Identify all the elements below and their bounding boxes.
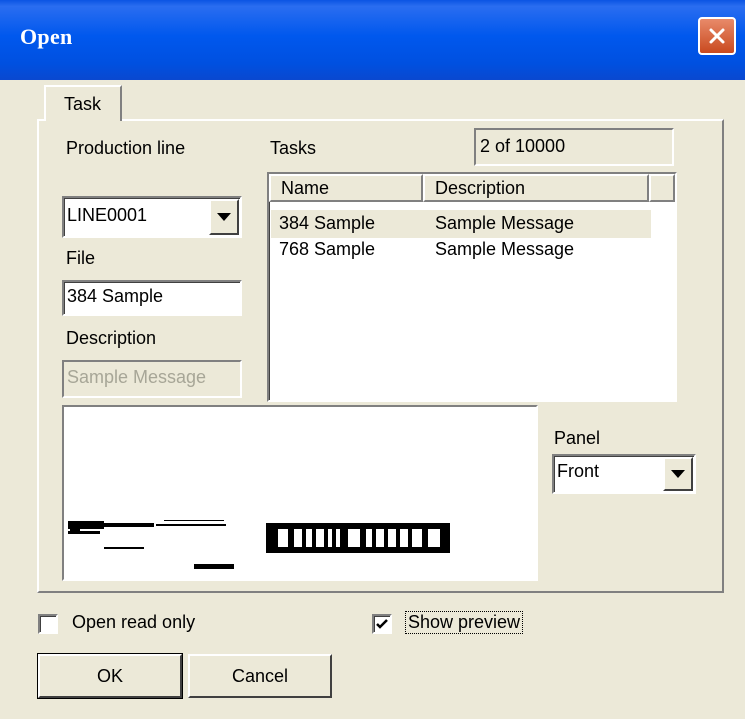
production-line-select[interactable]: LINE0001 bbox=[62, 196, 242, 238]
open-read-only-label[interactable]: Open read only bbox=[72, 612, 195, 633]
production-line-dropdown-button[interactable] bbox=[209, 199, 239, 235]
tasks-count: 2 of 10000 bbox=[474, 128, 674, 166]
file-input[interactable]: 384 Sample bbox=[62, 280, 242, 316]
window-title: Open bbox=[20, 24, 73, 49]
table-row[interactable]: 384 Sample Sample Message bbox=[271, 210, 651, 238]
production-line-label: Production line bbox=[66, 138, 186, 158]
description-field: Sample Message bbox=[62, 360, 242, 398]
label-preview-image bbox=[68, 520, 450, 569]
tab-task[interactable]: Task bbox=[44, 85, 122, 121]
column-header-name[interactable]: Name bbox=[269, 174, 423, 202]
panel-label: Panel bbox=[554, 428, 601, 448]
column-header-filler bbox=[649, 174, 675, 202]
cancel-button[interactable]: Cancel bbox=[188, 654, 332, 698]
open-read-only-checkbox[interactable] bbox=[38, 614, 58, 634]
panel-dropdown-button[interactable] bbox=[663, 457, 693, 491]
file-label: File bbox=[66, 248, 96, 268]
row-name: 384 Sample bbox=[279, 213, 376, 233]
ok-button[interactable]: OK bbox=[37, 653, 183, 699]
show-preview-label[interactable]: Show preview bbox=[404, 611, 524, 634]
close-button[interactable] bbox=[698, 17, 736, 55]
tasks-label: Tasks bbox=[270, 138, 317, 158]
row-name: 768 Sample bbox=[279, 239, 376, 259]
production-line-value: LINE0001 bbox=[67, 205, 148, 225]
row-description: Sample Message bbox=[435, 213, 575, 233]
show-preview-checkbox[interactable] bbox=[372, 614, 392, 634]
cancel-button-label: Cancel bbox=[231, 665, 289, 686]
table-row[interactable]: 768 Sample Sample Message bbox=[271, 236, 651, 264]
panel-select[interactable]: Front bbox=[552, 454, 696, 494]
tab-task-label: Task bbox=[64, 94, 102, 114]
tasks-count-value: 2 of 10000 bbox=[480, 136, 566, 156]
checkmark-icon bbox=[376, 619, 388, 629]
tasks-list[interactable]: Name Description 384 Sample Sample Messa… bbox=[267, 172, 677, 402]
ok-button-label: OK bbox=[96, 665, 123, 686]
title-bar[interactable]: Open bbox=[0, 0, 745, 80]
row-description: Sample Message bbox=[435, 239, 575, 259]
panel-value: Front bbox=[557, 461, 600, 481]
description-value: Sample Message bbox=[67, 367, 207, 387]
dropdown-arrow-icon bbox=[217, 213, 231, 221]
open-dialog: Open Task Production line LINE0001 File … bbox=[0, 0, 745, 719]
file-input-value: 384 Sample bbox=[67, 286, 164, 306]
description-label: Description bbox=[66, 328, 157, 348]
close-icon bbox=[709, 28, 725, 44]
column-header-name-label: Name bbox=[281, 178, 330, 198]
preview-area bbox=[62, 405, 538, 581]
column-header-description[interactable]: Description bbox=[423, 174, 649, 202]
dropdown-arrow-icon bbox=[671, 470, 685, 478]
column-header-description-label: Description bbox=[435, 178, 526, 198]
